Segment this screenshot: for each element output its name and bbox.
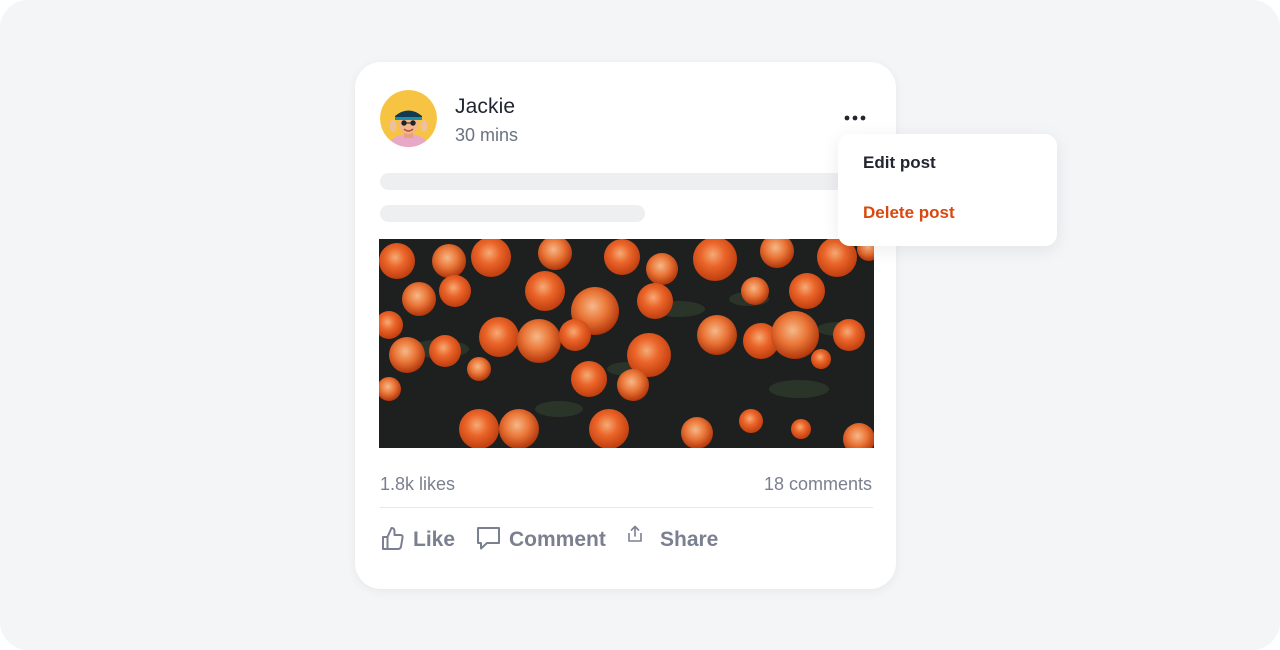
comment-button[interactable]: Comment [476, 524, 606, 556]
thumbs-up-icon [380, 525, 404, 556]
post-timestamp: 30 mins [455, 125, 519, 145]
page-background: Jackie 30 mins 1.8k likes 18 comments Li… [0, 0, 1280, 650]
post-options-menu: Edit post Delete post [838, 134, 1057, 246]
text-placeholder-line [380, 205, 645, 222]
like-button[interactable]: Like [380, 524, 455, 556]
divider [380, 507, 873, 508]
likes-count[interactable]: 1.8k likes [380, 474, 455, 495]
author-name[interactable]: Jackie [455, 95, 515, 119]
author-avatar[interactable] [380, 90, 437, 147]
share-icon [627, 525, 643, 548]
like-label: Like [413, 528, 456, 551]
more-horizontal-icon [844, 115, 866, 121]
share-button[interactable]: Share [627, 524, 718, 556]
more-options-button[interactable] [837, 106, 873, 130]
share-label: Share [660, 528, 719, 551]
comment-icon [476, 525, 501, 556]
post-card: Jackie 30 mins 1.8k likes 18 comments Li… [355, 62, 896, 589]
text-placeholder-line [380, 173, 850, 190]
edit-post-menu-item[interactable]: Edit post [863, 153, 936, 173]
post-image[interactable] [379, 239, 874, 448]
delete-post-menu-item[interactable]: Delete post [863, 203, 955, 223]
marigold-flowers-photo [379, 239, 874, 448]
comments-count[interactable]: 18 comments [764, 474, 872, 495]
comment-label: Comment [509, 528, 606, 551]
